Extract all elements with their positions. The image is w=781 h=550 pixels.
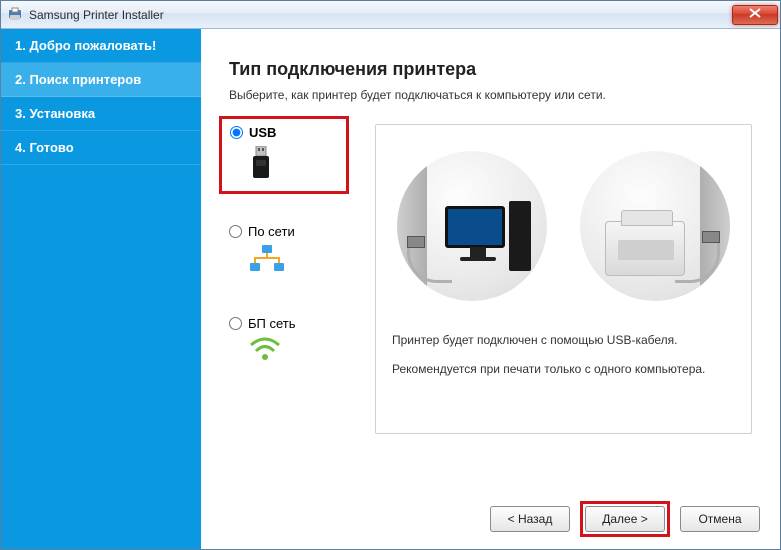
connection-illustration bbox=[392, 141, 735, 321]
option-network[interactable]: По сети bbox=[229, 224, 349, 276]
titlebar[interactable]: Samsung Printer Installer bbox=[1, 1, 780, 29]
window-buttons bbox=[730, 5, 778, 25]
installer-window: Samsung Printer Installer 1. Добро пожал… bbox=[0, 0, 781, 550]
step-search-printers[interactable]: 2. Поиск принтеров bbox=[1, 63, 201, 97]
detail-panel: Принтер будет подключен с помощью USB-ка… bbox=[375, 124, 752, 434]
window-title: Samsung Printer Installer bbox=[29, 8, 730, 22]
option-usb[interactable]: USB bbox=[219, 116, 349, 194]
network-icon bbox=[249, 245, 349, 276]
detail-line-1: Принтер будет подключен с помощью USB-ка… bbox=[392, 331, 735, 350]
close-button[interactable] bbox=[732, 5, 778, 25]
printer-graphic bbox=[580, 151, 730, 301]
step-welcome[interactable]: 1. Добро пожаловать! bbox=[1, 29, 201, 63]
connection-options: USB bbox=[229, 124, 349, 434]
wizard-sidebar: 1. Добро пожаловать! 2. Поиск принтеров … bbox=[1, 29, 201, 549]
footer-buttons: < Назад Далее > Отмена bbox=[490, 501, 760, 537]
client-area: 1. Добро пожаловать! 2. Поиск принтеров … bbox=[1, 29, 780, 549]
content-row: USB bbox=[229, 124, 752, 434]
radio-network[interactable] bbox=[229, 225, 242, 238]
cancel-button[interactable]: Отмена bbox=[680, 506, 760, 532]
page-heading: Тип подключения принтера bbox=[229, 59, 752, 80]
computer-graphic bbox=[397, 151, 547, 301]
radio-usb[interactable] bbox=[230, 126, 243, 139]
back-button[interactable]: < Назад bbox=[490, 506, 570, 532]
label-wireless: БП сеть bbox=[248, 316, 296, 331]
radio-wireless[interactable] bbox=[229, 317, 242, 330]
option-wireless[interactable]: БП сеть bbox=[229, 316, 349, 364]
wifi-icon bbox=[249, 337, 349, 364]
step-install[interactable]: 3. Установка bbox=[1, 97, 201, 131]
main-panel: Тип подключения принтера Выберите, как п… bbox=[201, 29, 780, 549]
label-network: По сети bbox=[248, 224, 295, 239]
detail-line-2: Рекомендуется при печати только с одного… bbox=[392, 360, 735, 379]
label-usb: USB bbox=[249, 125, 276, 140]
usb-icon bbox=[250, 146, 338, 183]
page-subtext: Выберите, как принтер будет подключаться… bbox=[229, 88, 752, 102]
detail-text: Принтер будет подключен с помощью USB-ка… bbox=[392, 331, 735, 379]
step-done[interactable]: 4. Готово bbox=[1, 131, 201, 165]
app-icon bbox=[7, 7, 23, 23]
next-button[interactable]: Далее > bbox=[585, 506, 665, 532]
